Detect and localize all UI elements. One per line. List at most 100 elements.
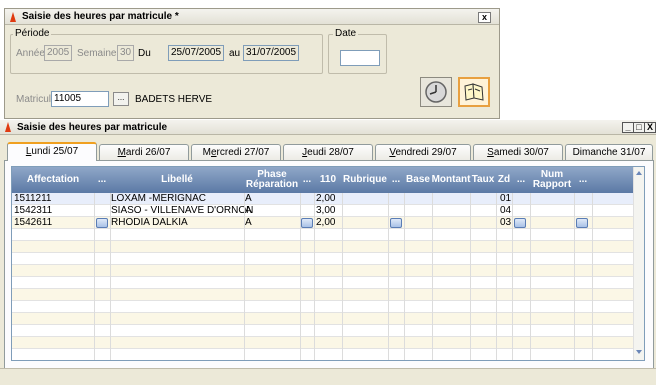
vertical-scrollbar[interactable] <box>633 167 644 360</box>
cell-110[interactable]: 3,00 <box>316 205 335 217</box>
col-rubrique[interactable]: Rubrique <box>342 167 388 193</box>
cell-zd[interactable]: 01 <box>500 193 511 205</box>
cell-zd[interactable]: 03 <box>500 217 511 229</box>
clock-button[interactable] <box>420 77 452 107</box>
open-book-icon <box>464 83 484 101</box>
grid-window-title: Saisie des heures par matricule <box>17 121 168 133</box>
table-row[interactable] <box>12 337 634 349</box>
tab-samedi[interactable]: Samedi 30/07 <box>473 144 563 160</box>
col-base[interactable]: Base <box>404 167 432 193</box>
col-num-rapport[interactable]: Num Rapport <box>530 167 574 193</box>
col-zd[interactable]: Zd <box>496 167 512 193</box>
col-dots-2[interactable]: ... <box>300 167 314 193</box>
cell-phase[interactable]: A <box>245 217 252 229</box>
date-fin-field[interactable]: 31/07/2005 <box>243 45 299 61</box>
grid-line <box>530 193 531 360</box>
grid-line <box>342 193 343 360</box>
grid-line <box>94 193 95 360</box>
scroll-down-icon[interactable] <box>636 350 642 354</box>
col-dots-4[interactable]: ... <box>512 167 530 193</box>
matricule-browse-button[interactable]: ... <box>113 92 129 106</box>
date-debut-field[interactable]: 25/07/2005 <box>168 45 224 61</box>
cell-affectation[interactable]: 1511211 <box>14 193 51 205</box>
cell-110[interactable]: 2,00 <box>316 193 335 205</box>
grid-line <box>470 193 471 360</box>
table-row[interactable] <box>12 241 634 253</box>
table-row[interactable]: 1542611 RHODIA DALKIA A 2,00 03 <box>12 217 634 229</box>
table-row[interactable] <box>12 253 634 265</box>
tab-lundi[interactable]: Lundi 25/07 <box>7 142 97 161</box>
phase-picker-button[interactable] <box>301 218 313 228</box>
status-bar <box>0 368 656 385</box>
grid-line <box>404 193 405 360</box>
du-label: Du <box>138 48 151 59</box>
col-montant[interactable]: Montant <box>432 167 471 193</box>
zd-picker-button[interactable] <box>514 218 526 228</box>
scroll-up-icon[interactable] <box>636 171 642 175</box>
annee-label: Année <box>16 48 45 59</box>
app-icon <box>8 11 18 23</box>
cell-110[interactable]: 2,00 <box>316 217 335 229</box>
col-110[interactable]: 110 <box>314 167 342 193</box>
cell-affectation[interactable]: 1542611 <box>14 217 52 229</box>
cell-libelle[interactable]: LOXAM -MERIGNAC <box>111 193 206 205</box>
tab-mardi[interactable]: Mardi 26/07 <box>99 144 189 160</box>
table-row[interactable] <box>12 301 634 313</box>
window-titlebar: Saisie des heures par matricule * <box>5 9 499 25</box>
date-field[interactable] <box>340 50 380 66</box>
cell-phase[interactable]: A <box>245 205 252 217</box>
table-row[interactable]: 1511211 LOXAM -MERIGNAC A 2,00 01 <box>12 193 634 205</box>
table-row[interactable]: 1542311 SIASO - VILLENAVE D'ORNON A 3,00… <box>12 205 634 217</box>
grid-line <box>388 193 389 360</box>
saisie-window: Saisie des heures par matricule * x Péri… <box>4 8 500 119</box>
table-row[interactable] <box>12 349 634 360</box>
semaine-field[interactable]: 30 <box>117 45 134 61</box>
semaine-label: Semaine <box>77 48 117 59</box>
grid-line <box>244 193 245 360</box>
col-libelle[interactable]: Libellé <box>110 167 244 193</box>
table-row[interactable] <box>12 313 634 325</box>
tab-dimanche[interactable]: Dimanche 31/07 <box>565 144 653 160</box>
cell-libelle[interactable]: SIASO - VILLENAVE D'ORNON <box>111 205 253 217</box>
col-filler <box>592 167 634 193</box>
table-row[interactable] <box>12 229 634 241</box>
col-phase[interactable]: Phase Réparation <box>244 167 300 193</box>
periode-legend: Période <box>13 28 52 39</box>
tab-mercredi[interactable]: Mercredi 27/07 <box>191 144 281 160</box>
clock-icon <box>425 81 447 103</box>
tab-panel: Affectation ... Libellé Phase Réparation… <box>4 160 654 378</box>
window-title: Saisie des heures par matricule * <box>22 11 179 22</box>
au-label: au <box>229 48 241 59</box>
grid-line <box>496 193 497 360</box>
table-row[interactable] <box>12 325 634 337</box>
grid-line <box>300 193 301 360</box>
date-legend: Date <box>333 28 359 39</box>
rubrique-picker-button[interactable] <box>390 218 402 228</box>
grid-line <box>110 193 111 360</box>
col-dots-3[interactable]: ... <box>388 167 404 193</box>
cell-phase[interactable]: A <box>245 193 252 205</box>
grid-line <box>592 193 593 360</box>
col-taux[interactable]: Taux <box>470 167 496 193</box>
tab-vendredi[interactable]: Vendredi 29/07 <box>375 144 471 160</box>
rapport-picker-button[interactable] <box>576 218 588 228</box>
annee-field[interactable]: 2005 <box>44 45 72 61</box>
cell-libelle[interactable]: RHODIA DALKIA <box>111 217 188 229</box>
col-affectation[interactable]: Affectation <box>12 167 94 193</box>
app-icon <box>3 121 13 133</box>
col-dots-1[interactable]: ... <box>94 167 110 193</box>
tab-jeudi[interactable]: Jeudi 28/07 <box>283 144 373 160</box>
table-row[interactable] <box>12 277 634 289</box>
affectation-picker-button[interactable] <box>96 218 108 228</box>
matricule-name: BADETS HERVE <box>135 94 213 105</box>
close-button[interactable]: x <box>478 12 491 23</box>
book-button[interactable] <box>458 77 490 107</box>
cell-zd[interactable]: 04 <box>500 205 511 217</box>
matricule-field[interactable]: 11005 <box>51 91 109 107</box>
table-row[interactable] <box>12 289 634 301</box>
close-window-button[interactable]: X <box>644 122 656 133</box>
table-row[interactable] <box>12 265 634 277</box>
day-tabs: Lundi 25/07 Mardi 26/07 Mercredi 27/07 J… <box>4 142 654 161</box>
cell-affectation[interactable]: 1542311 <box>14 205 52 217</box>
col-dots-5[interactable]: ... <box>574 167 592 193</box>
